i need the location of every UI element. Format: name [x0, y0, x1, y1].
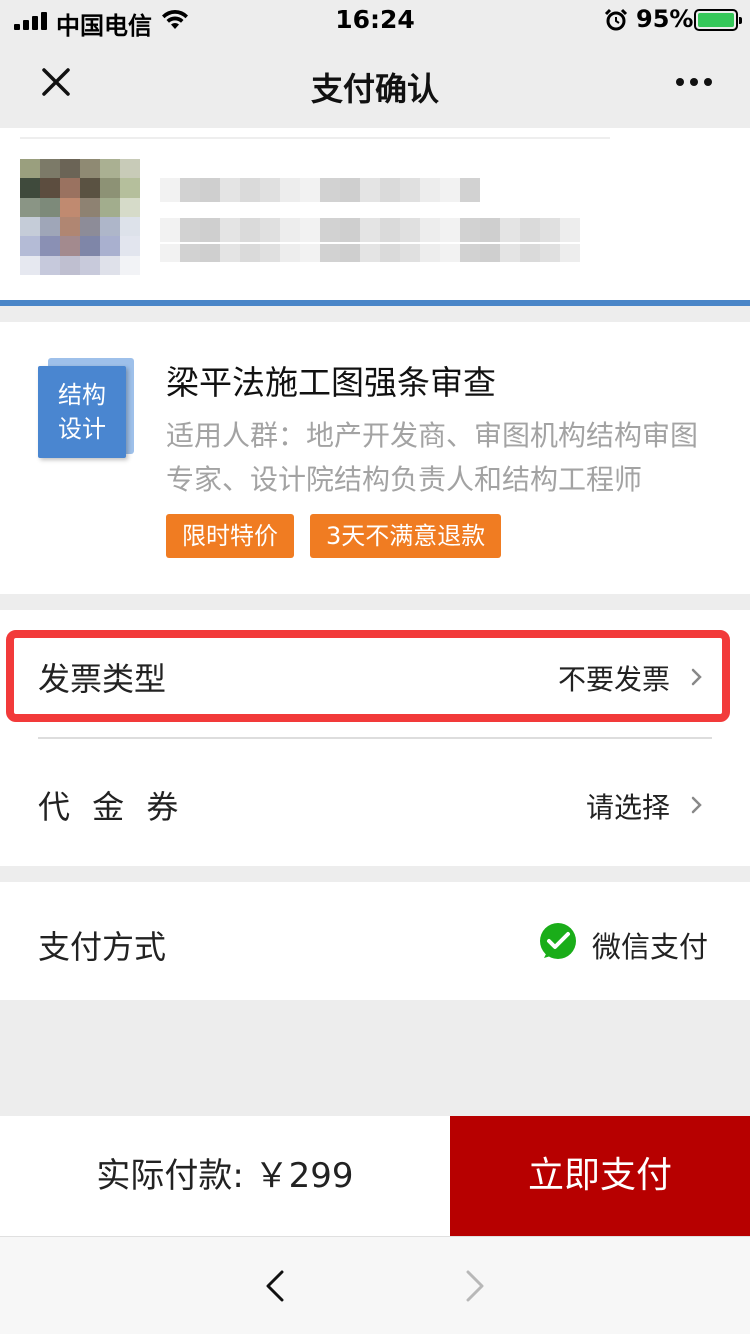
section-divider [0, 300, 750, 306]
voucher-row[interactable]: 代 金 券 请选择 [0, 738, 750, 866]
course-cover-line2: 设计 [58, 415, 106, 443]
divider [20, 137, 610, 139]
course-cover-line1: 结构 [58, 381, 106, 409]
chevron-right-icon [691, 796, 702, 814]
merchant-card [0, 128, 750, 300]
wechat-pay-icon [540, 923, 576, 959]
browser-toolbar [0, 1236, 750, 1334]
course-title: 梁平法施工图强条审查 [166, 363, 496, 402]
alarm-icon [604, 8, 628, 31]
actual-payment-amount: 实际付款: ￥299 [96, 1156, 354, 1196]
back-arrow-icon[interactable] [264, 1269, 286, 1303]
pay-now-button[interactable]: 立即支付 [450, 1116, 750, 1236]
course-tags: 限时特价 3天不满意退款 [166, 514, 502, 558]
forward-arrow-icon[interactable] [464, 1269, 486, 1303]
chevron-right-icon [691, 668, 702, 686]
payment-method-value: 微信支付 [592, 930, 709, 964]
invoice-type-value: 不要发票 [557, 663, 670, 696]
payment-method-label: 支付方式 [38, 928, 167, 966]
pay-bar: 实际付款: ￥299 立即支付 [0, 1116, 750, 1236]
tag-refund: 3天不满意退款 [310, 514, 502, 558]
page-title: 支付确认 [310, 70, 439, 108]
invoice-type-label: 发票类型 [38, 660, 167, 698]
more-icon[interactable] [674, 70, 714, 94]
battery-icon [694, 9, 742, 31]
blurred-merchant-info-2 [160, 244, 580, 262]
payment-method-row[interactable]: 支付方式 微信支付 [0, 882, 750, 1000]
blurred-merchant-info [160, 218, 580, 242]
voucher-value: 请选择 [585, 791, 670, 824]
tag-limited-offer: 限时特价 [166, 514, 294, 558]
order-options: 发票类型 不要发票 代 金 券 请选择 [0, 610, 750, 866]
status-bar: 中国电信 16:24 95% [0, 0, 750, 40]
course-description: 适用人群：地产开发商、审图机构结构审图专家、设计院结构负责人和结构工程师 [166, 419, 699, 496]
avatar [20, 159, 140, 275]
battery-percentage: 95% [636, 5, 694, 33]
course-card: 结构 设计 梁平法施工图强条审查 适用人群：地产开发商、审图机构结构审图专家、设… [0, 322, 750, 594]
blurred-merchant-name [160, 178, 480, 202]
course-cover: 结构 设计 [38, 358, 136, 458]
nav-bar: 支付确认 [0, 40, 750, 128]
voucher-label: 代 金 券 [38, 788, 185, 826]
invoice-type-row[interactable]: 发票类型 不要发票 [0, 610, 750, 739]
